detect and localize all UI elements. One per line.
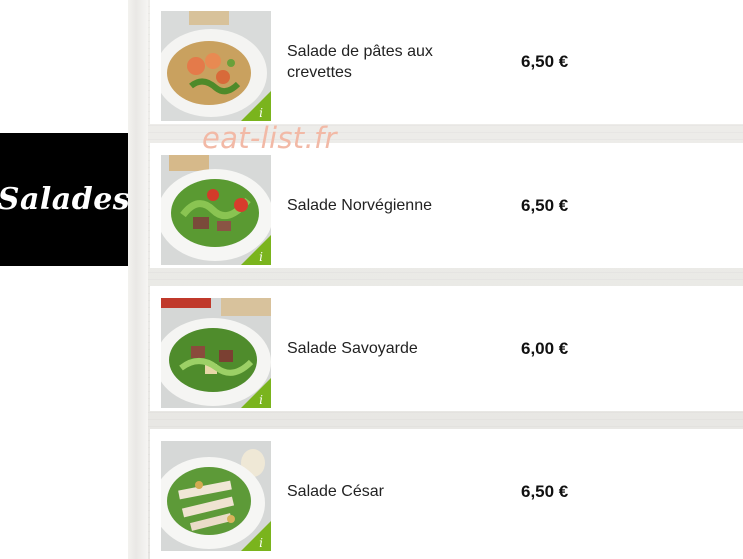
item-price: 6,50 € [521, 195, 569, 215]
category-column [0, 0, 128, 559]
item-price: 6,50 € [521, 51, 569, 71]
watermark: eat-list.fr [202, 121, 337, 155]
item-price: 6,00 € [521, 338, 569, 358]
info-icon[interactable] [241, 235, 271, 265]
menu-item[interactable]: i Salade Savoyarde 6,00 € [150, 286, 743, 411]
dish-photo[interactable]: i [161, 11, 271, 121]
info-icon[interactable] [241, 378, 271, 408]
menu-item[interactable]: i Salade César 6,50 € [150, 429, 743, 559]
category-tab-salades[interactable]: Salades [0, 133, 135, 266]
item-name: Salade Norvégienne [287, 197, 432, 214]
dish-photo[interactable]: i [161, 298, 271, 408]
dish-photo[interactable]: i [161, 441, 271, 551]
dish-photo[interactable]: i [161, 155, 271, 265]
category-label: Salades [0, 182, 131, 217]
item-name: Salade Savoyarde [287, 340, 418, 357]
item-name: Salade de pâtes aux crevettes [287, 42, 433, 81]
menu-item[interactable]: i Salade Norvégienne 6,50 € [150, 143, 743, 268]
divider-rail [128, 0, 148, 559]
item-name: Salade César [287, 483, 384, 500]
info-icon[interactable] [241, 91, 271, 121]
info-icon[interactable] [241, 521, 271, 551]
item-price: 6,50 € [521, 481, 569, 501]
menu-item[interactable]: i Salade de pâtes aux crevettes 6,50 € [150, 0, 743, 124]
